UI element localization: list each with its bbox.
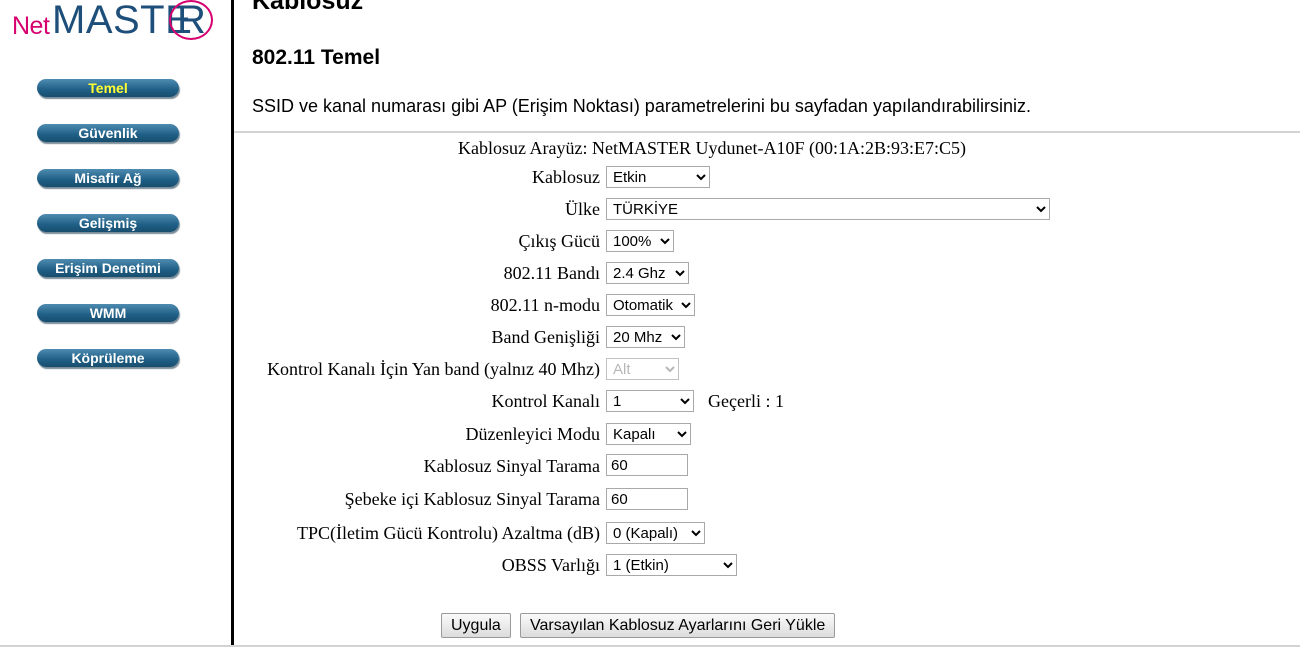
control-channel-label: Kontrol Kanalı	[491, 391, 600, 411]
sideband-select[interactable]: Alt	[606, 358, 679, 380]
sidebar-item-kopruleme[interactable]: Köprüleme	[37, 349, 179, 367]
bandwidth-select[interactable]: 20 Mhz	[606, 326, 685, 348]
restore-defaults-button[interactable]: Varsayılan Kablosuz Ayarlarını Geri Yükl…	[520, 613, 836, 638]
tpc-label: TPC(İletim Gücü Kontrolu) Azaltma (dB)	[297, 523, 600, 543]
section-title: 802.11 Temel	[252, 46, 381, 69]
output-power-label: Çıkış Gücü	[518, 231, 600, 251]
sidebar: Net MASTE R Temel Güvenlik Misafir Ağ Ge…	[0, 0, 234, 645]
tpc-select[interactable]: 0 (Kapalı)	[606, 522, 705, 544]
main-content: Kablosuz 802.11 Temel SSID ve kanal numa…	[234, 0, 1300, 649]
divider	[234, 131, 1300, 133]
sidebar-item-temel[interactable]: Temel	[37, 79, 179, 97]
country-label: Ülke	[565, 199, 600, 219]
logo-r-text: R	[177, 0, 206, 42]
regulatory-mode-label: Düzenleyici Modu	[465, 424, 600, 444]
country-select[interactable]: TÜRKİYE	[606, 198, 1050, 220]
sideband-label: Kontrol Kanalı İçin Yan band (yalnız 40 …	[267, 359, 600, 379]
apply-button[interactable]: Uygula	[441, 613, 511, 638]
interface-info: Kablosuz Arayüz: NetMASTER Uydunet-A10F …	[458, 138, 966, 158]
sidebar-item-guvenlik[interactable]: Güvenlik	[37, 124, 179, 142]
output-power-select[interactable]: 100%	[606, 230, 674, 252]
n-mode-label: 802.11 n-modu	[490, 295, 600, 315]
control-channel-select[interactable]: 1	[606, 390, 694, 412]
sidebar-item-erisim-denetimi[interactable]: Erişim Denetimi	[37, 259, 179, 277]
obss-select[interactable]: 1 (Etkin)	[606, 554, 737, 576]
current-channel-text: Geçerli : 1	[708, 391, 784, 411]
beacon-label: Kablosuz Sinyal Tarama	[423, 456, 600, 476]
obss-label: OBSS Varlığı	[501, 555, 600, 575]
wireless-label: Kablosuz	[532, 167, 600, 187]
sidebar-item-wmm[interactable]: WMM	[37, 304, 179, 322]
intra-beacon-input[interactable]	[606, 488, 688, 510]
bandwidth-label: Band Genişliği	[491, 327, 601, 347]
wireless-select[interactable]: Etkin	[606, 166, 710, 188]
page-title: Kablosuz	[252, 0, 364, 15]
intra-beacon-label: Şebeke içi Kablosuz Sinyal Tarama	[344, 489, 600, 509]
page-description: SSID ve kanal numarası gibi AP (Erişim N…	[252, 96, 1032, 116]
band-label: 802.11 Bandı	[503, 263, 600, 283]
regulatory-mode-select[interactable]: Kapalı	[606, 423, 691, 445]
sidebar-item-misafir-ag[interactable]: Misafir Ağ	[37, 169, 179, 187]
beacon-input[interactable]	[606, 454, 688, 476]
band-select[interactable]: 2.4 Ghz	[606, 262, 689, 284]
logo-net-text: Net	[12, 12, 50, 40]
n-mode-select[interactable]: Otomatik	[606, 294, 695, 316]
netmaster-logo: Net MASTE R	[12, 0, 222, 44]
sidebar-item-gelismis[interactable]: Gelişmiş	[37, 214, 179, 232]
bottom-divider	[0, 645, 1300, 647]
